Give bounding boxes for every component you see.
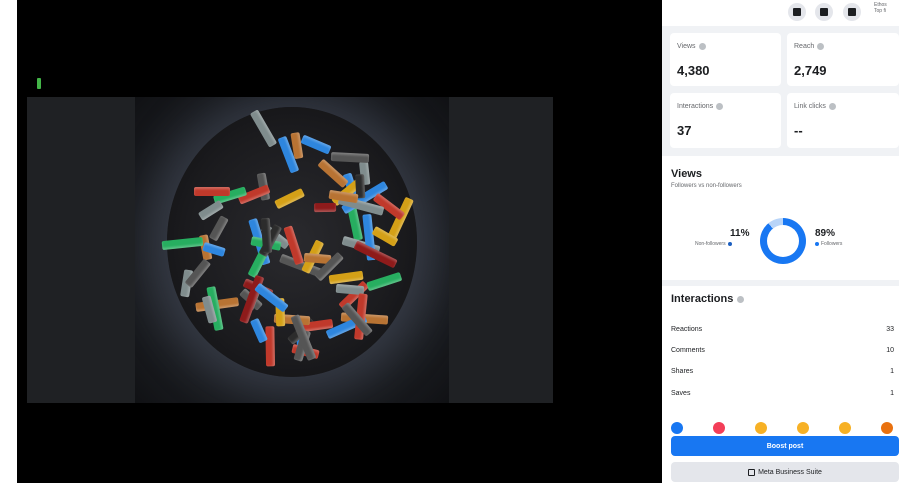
comments-row[interactable]: Comments 10 xyxy=(671,347,899,354)
battery-shape xyxy=(330,151,369,163)
followers-donut-chart[interactable] xyxy=(760,218,806,264)
reactions-value: 33 xyxy=(886,326,894,333)
messenger-icon[interactable] xyxy=(815,3,833,21)
grid-menu-icon[interactable] xyxy=(788,3,806,21)
post-insights-window: Ethos Top fi Views 4,380 Reach 2,749 Int… xyxy=(0,0,899,483)
views-label: Views xyxy=(677,43,696,50)
link-clicks-card: Link clicks -- xyxy=(787,93,899,148)
comments-value: 10 xyxy=(886,347,894,354)
shares-row[interactable]: Shares 1 xyxy=(671,368,899,375)
battery-shape xyxy=(265,326,276,368)
interactions-label: Interactions xyxy=(677,103,714,110)
like-icon xyxy=(671,422,683,434)
saves-value: 1 xyxy=(890,390,894,397)
info-icon[interactable] xyxy=(737,295,745,303)
shares-label: Shares xyxy=(671,368,694,375)
info-icon[interactable] xyxy=(716,103,724,110)
reactions-row[interactable]: Reactions 33 xyxy=(671,326,899,333)
battery-shape xyxy=(194,187,230,197)
views-card: Views 4,380 xyxy=(670,33,781,86)
angry-icon xyxy=(881,422,893,434)
reactions-label: Reactions xyxy=(671,326,703,333)
legend-dot-icon xyxy=(727,242,732,246)
legend-dot-icon xyxy=(815,242,819,246)
link-clicks-value: -- xyxy=(794,123,803,138)
saves-label: Saves xyxy=(671,390,691,397)
battery-shape xyxy=(313,202,337,213)
external-link-icon xyxy=(748,468,756,476)
interactions-card: Interactions 37 xyxy=(670,93,781,148)
info-icon[interactable] xyxy=(698,43,706,50)
followers-legend: Followers xyxy=(815,241,842,247)
interactions-title-text: Interactions xyxy=(671,293,734,305)
boost-post-button[interactable]: Boost post xyxy=(671,436,899,456)
views-value: 4,380 xyxy=(677,63,710,78)
profile-name[interactable]: Ethos Top fi xyxy=(874,2,899,14)
views-section-title: Views xyxy=(671,168,702,180)
wow-icon xyxy=(839,422,851,434)
info-icon[interactable] xyxy=(828,103,836,110)
photo-viewer xyxy=(17,0,662,483)
views-section-subtitle: Followers vs non-followers xyxy=(671,183,742,189)
post-photo[interactable] xyxy=(135,97,449,403)
info-icon[interactable] xyxy=(817,43,825,50)
top-bar: Ethos Top fi xyxy=(662,0,899,26)
reach-card: Reach 2,749 xyxy=(787,33,899,86)
stats-grid: Views 4,380 Reach 2,749 Interactions 37 xyxy=(662,26,899,156)
care-icon xyxy=(755,422,767,434)
shares-value: 1 xyxy=(890,368,894,375)
status-indicator xyxy=(37,78,41,89)
saves-row[interactable]: Saves 1 xyxy=(671,390,899,397)
meta-business-suite-button[interactable]: Meta Business Suite xyxy=(671,462,899,482)
insights-panel: Ethos Top fi Views 4,380 Reach 2,749 Int… xyxy=(662,0,899,483)
interactions-value: 37 xyxy=(677,123,692,138)
link-clicks-label: Link clicks xyxy=(794,103,826,110)
reactions-strip xyxy=(662,422,899,436)
notifications-icon[interactable] xyxy=(843,3,861,21)
followers-percent: 89% xyxy=(815,228,836,239)
meta-business-suite-label: Meta Business Suite xyxy=(758,468,822,476)
non-followers-legend: Non-followers xyxy=(695,241,732,247)
love-icon xyxy=(713,422,725,434)
non-followers-label: Non-followers xyxy=(695,241,726,247)
non-followers-percent: 11% xyxy=(730,228,750,239)
comments-label: Comments xyxy=(671,347,705,354)
haha-icon xyxy=(797,422,809,434)
interactions-section-title: Interactions xyxy=(671,293,745,305)
image-frame xyxy=(27,97,553,403)
reach-label: Reach xyxy=(794,43,815,50)
reach-value: 2,749 xyxy=(794,63,827,78)
followers-label: Followers xyxy=(821,241,843,247)
section-divider xyxy=(662,280,899,286)
